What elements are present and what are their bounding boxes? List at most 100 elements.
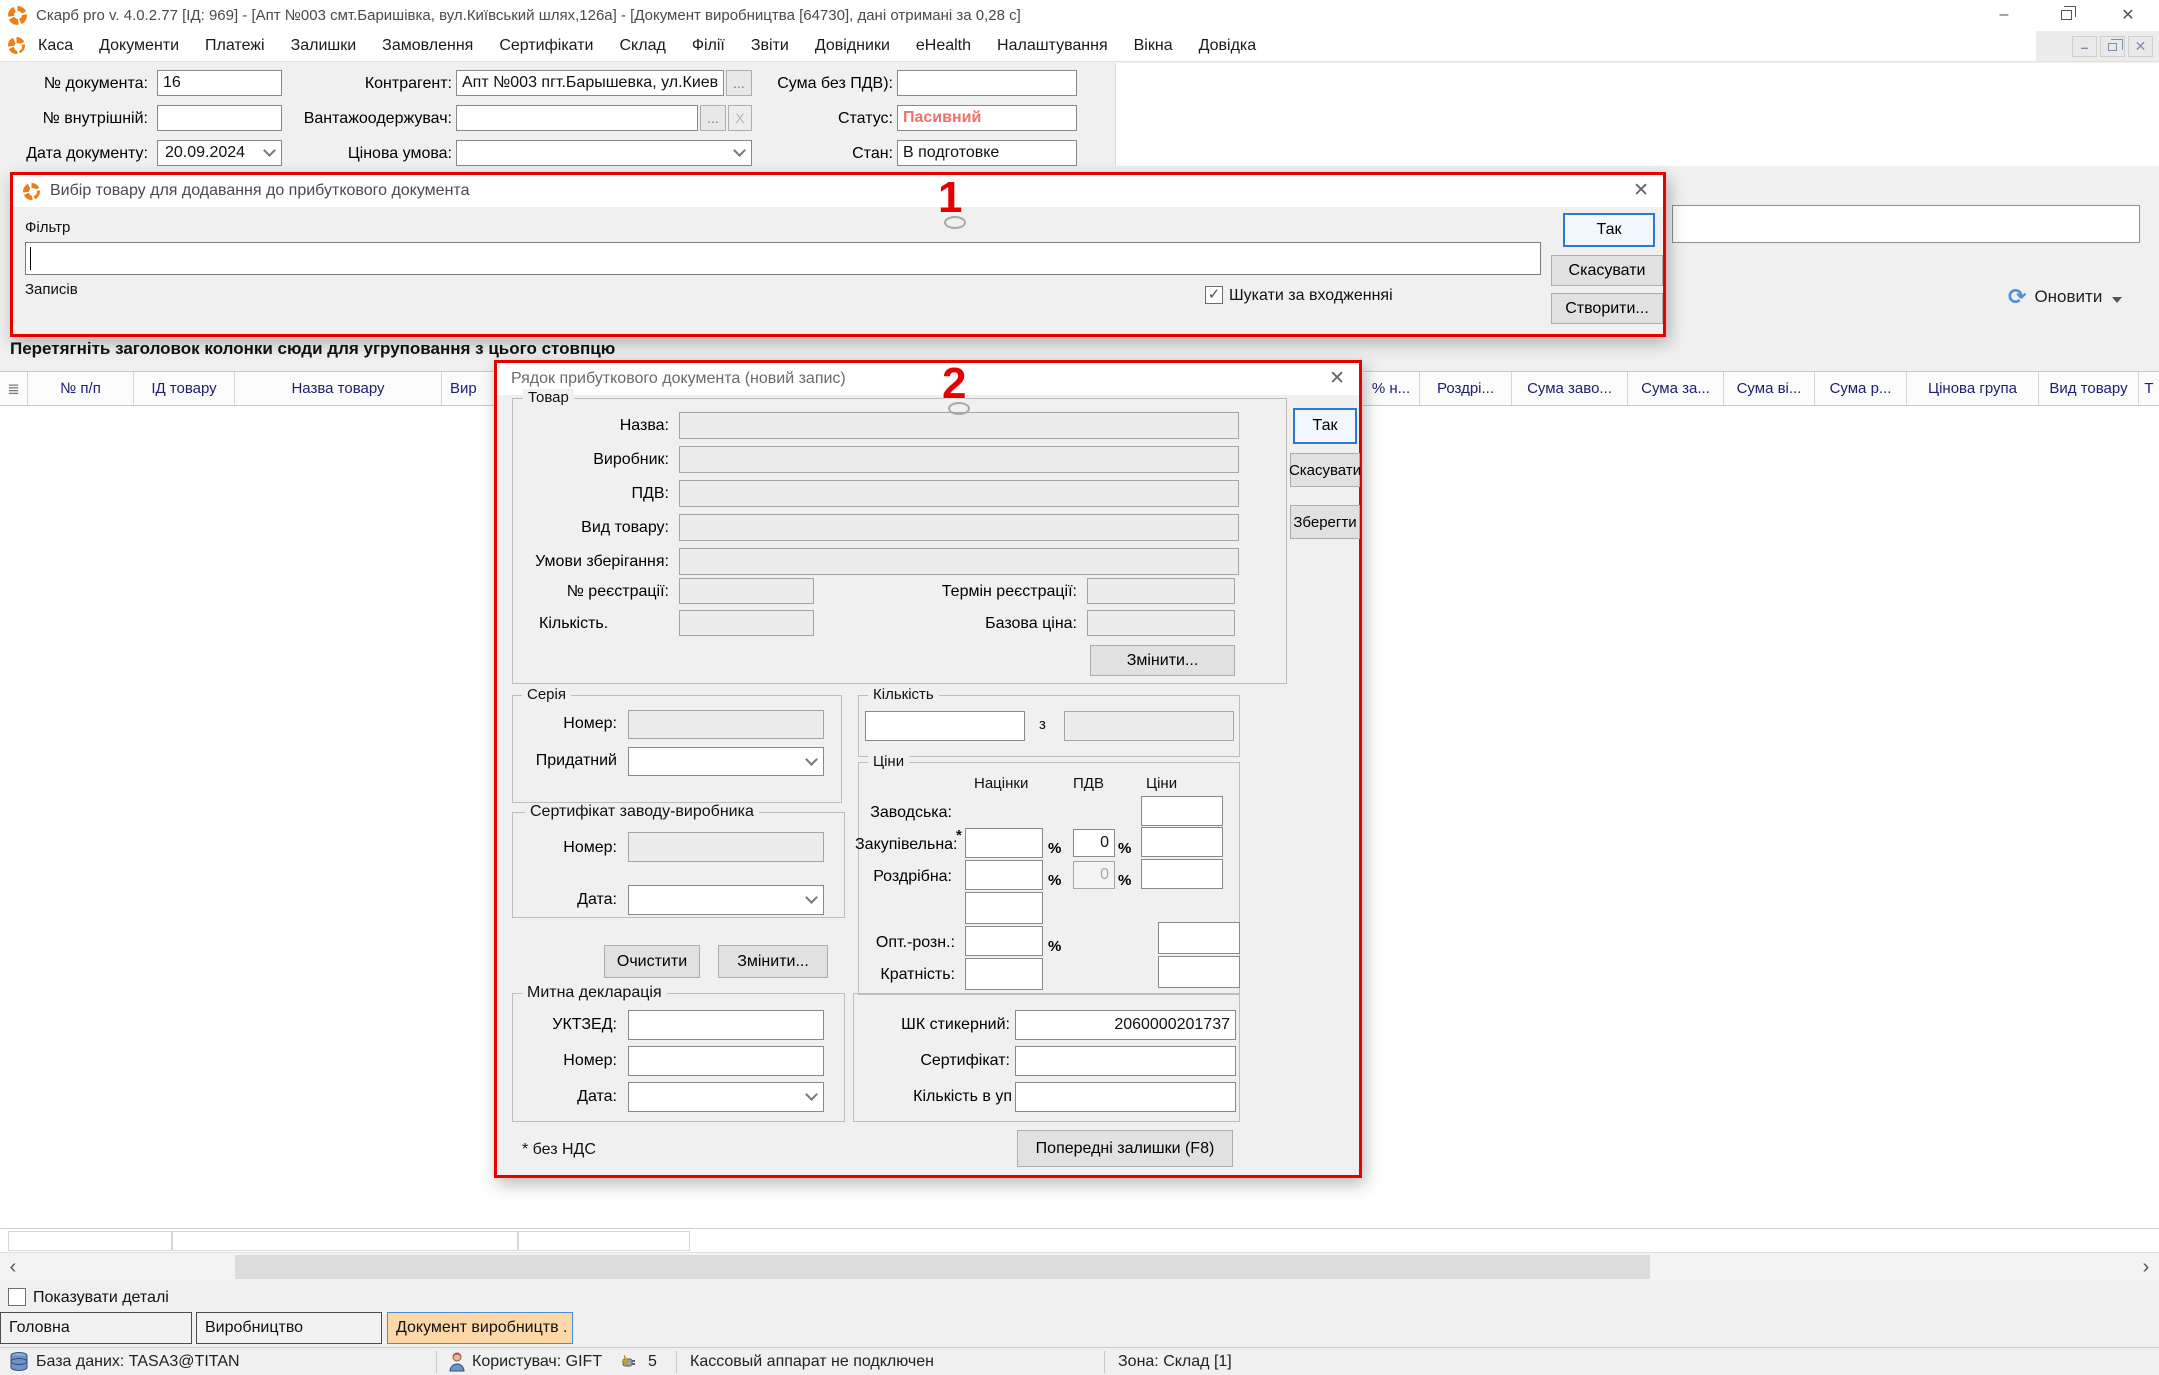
doc-number-input[interactable] <box>157 70 282 96</box>
retail-price-input[interactable] <box>1141 859 1223 889</box>
consignee-input[interactable] <box>456 105 698 131</box>
qty-per-pack-input[interactable] <box>1015 1082 1236 1112</box>
internal-number-input[interactable] <box>157 105 282 131</box>
quantity-input[interactable] <box>865 711 1025 741</box>
wholesale-price-input[interactable] <box>1158 922 1240 954</box>
column-header-sum-retail[interactable]: Сума р... <box>1815 372 1907 405</box>
menu-certificates[interactable]: Сертифікати <box>486 30 606 62</box>
dialog2-cancel-button[interactable]: Скасувати <box>1290 453 1360 487</box>
wholesale-markup-input[interactable] <box>965 926 1043 956</box>
factory-price-input[interactable] <box>1141 796 1223 826</box>
scrollbar-thumb[interactable] <box>235 1255 1650 1279</box>
column-header-product-kind[interactable]: Вид товару <box>2039 372 2139 405</box>
mdi-close-icon[interactable]: ✕ <box>2128 36 2153 57</box>
search-occurrence-checkbox[interactable]: ✓ <box>1205 286 1223 304</box>
dialog1-create-button[interactable]: Створити... <box>1551 293 1663 324</box>
dialog1-ok-button[interactable]: Так <box>1563 213 1655 247</box>
series-number-input[interactable] <box>628 710 824 739</box>
quantity-of-input[interactable] <box>1064 711 1234 741</box>
price-condition-select[interactable] <box>456 140 752 166</box>
retail-vat-input[interactable] <box>1073 861 1115 889</box>
dialog1-cancel-button[interactable]: Скасувати <box>1551 255 1663 286</box>
contractor-input[interactable] <box>456 70 724 96</box>
certificate-input[interactable] <box>1015 1046 1236 1076</box>
multiplicity-price-input[interactable] <box>1158 956 1240 988</box>
menu-reports[interactable]: Звіти <box>738 30 802 62</box>
clear-cert-button[interactable]: Очистити <box>604 945 700 978</box>
contractor-browse-button[interactable]: ... <box>726 70 752 96</box>
scroll-left-icon[interactable]: ‹ <box>0 1253 26 1281</box>
factory-cert-number-input[interactable] <box>628 832 824 862</box>
reg-term-input[interactable] <box>1087 578 1235 604</box>
column-header-sum-purchase[interactable]: Сума за... <box>1628 372 1724 405</box>
close-icon[interactable]: ✕ <box>2097 0 2159 30</box>
column-header-t[interactable]: Т <box>2139 372 2159 405</box>
mdi-minimize-icon[interactable]: – <box>2072 36 2097 57</box>
column-header-sum-vat[interactable]: Сума ві... <box>1724 372 1815 405</box>
column-header-sum-factory[interactable]: Сума заво... <box>1512 372 1628 405</box>
multiplicity-input[interactable] <box>965 958 1043 990</box>
uktzed-input[interactable] <box>628 1010 824 1040</box>
dialog1-close-icon[interactable]: ✕ <box>1619 175 1663 207</box>
menu-branches[interactable]: Філії <box>679 30 738 62</box>
customs-date-select[interactable] <box>628 1082 824 1112</box>
dialog2-close-icon[interactable]: ✕ <box>1315 363 1359 395</box>
column-header-retail[interactable]: Роздрі... <box>1420 372 1512 405</box>
scroll-right-icon[interactable]: › <box>2133 1253 2159 1281</box>
change-product-button[interactable]: Змінити... <box>1090 645 1235 676</box>
consignee-clear-button[interactable]: X <box>728 105 752 131</box>
reg-number-input[interactable] <box>679 578 814 604</box>
doc-date-select[interactable]: 20.09.2024 <box>157 140 282 166</box>
column-header-product-id[interactable]: ІД товару <box>134 372 235 405</box>
sum-no-vat-input[interactable] <box>897 70 1077 96</box>
customs-number-input[interactable] <box>628 1046 824 1076</box>
consignee-browse-button[interactable]: ... <box>700 105 726 131</box>
sticker-input[interactable] <box>1015 1010 1236 1040</box>
filter-input[interactable] <box>25 242 1541 275</box>
refresh-button[interactable]: ⟳ Оновити <box>2008 282 2158 312</box>
manufacturer-input[interactable] <box>679 446 1239 473</box>
prev-stock-button[interactable]: Попередні залишки (F8) <box>1017 1130 1233 1167</box>
menu-documents[interactable]: Документи <box>86 30 192 62</box>
series-valid-select[interactable] <box>628 747 824 776</box>
menu-windows[interactable]: Вікна <box>1121 30 1186 62</box>
menu-kasa[interactable]: Каса <box>25 30 86 62</box>
retail-markup-input[interactable] <box>965 860 1043 890</box>
menu-directories[interactable]: Довідники <box>802 30 903 62</box>
menu-help[interactable]: Довідка <box>1186 30 1270 62</box>
mdi-restore-icon[interactable] <box>2100 36 2125 57</box>
column-header-npp[interactable]: № п/п <box>28 372 134 405</box>
purchase-vat-input[interactable] <box>1073 829 1115 857</box>
base-price-input[interactable] <box>1087 610 1235 636</box>
menu-payments[interactable]: Платежі <box>192 30 278 62</box>
restore-icon[interactable] <box>2035 0 2097 30</box>
dialog2-ok-button[interactable]: Так <box>1293 408 1357 444</box>
vat-input[interactable] <box>679 480 1239 507</box>
tab-vyrobnytstvo[interactable]: Виробництво <box>196 1312 382 1344</box>
tab-holovna[interactable]: Головна <box>0 1312 192 1344</box>
minimize-icon[interactable]: – <box>1973 0 2035 30</box>
horizontal-scrollbar[interactable]: ‹ › <box>0 1252 2159 1280</box>
product-quantity-input[interactable] <box>679 610 814 636</box>
purchase-price-input[interactable] <box>1141 827 1223 857</box>
menu-settings[interactable]: Налаштування <box>984 30 1121 62</box>
product-name-input[interactable] <box>679 412 1239 439</box>
menu-stock[interactable]: Залишки <box>278 30 370 62</box>
menu-ehealth[interactable]: eHealth <box>903 30 984 62</box>
extra-markup-input[interactable] <box>965 892 1043 924</box>
menu-orders[interactable]: Замовлення <box>369 30 486 62</box>
storage-conditions-input[interactable] <box>679 548 1239 575</box>
column-header-pct-markup[interactable]: % н... <box>1363 372 1420 405</box>
column-header-price-group[interactable]: Цінова група <box>1907 372 2039 405</box>
product-kind-input[interactable] <box>679 514 1239 541</box>
tab-dokument-vyrobnytstv[interactable]: Документ виробництв . <box>387 1312 573 1344</box>
purchase-markup-input[interactable] <box>965 828 1043 858</box>
menu-warehouse[interactable]: Склад <box>607 30 679 62</box>
change-cert-button[interactable]: Змінити... <box>718 945 828 978</box>
grid-selector-icon[interactable]: ≣ <box>0 372 28 405</box>
column-header-manufacturer[interactable]: Вир <box>442 372 494 405</box>
factory-cert-date-select[interactable] <box>628 885 824 915</box>
show-details-checkbox[interactable] <box>8 1288 26 1306</box>
column-header-product-name[interactable]: Назва товару <box>235 372 442 405</box>
dialog2-save-button[interactable]: Зберегти <box>1290 505 1360 539</box>
